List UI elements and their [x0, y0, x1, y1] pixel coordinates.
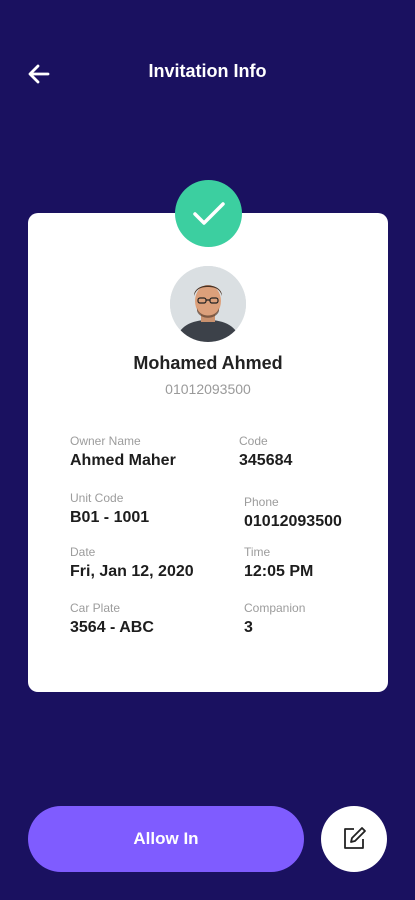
field-value: 345684 — [239, 452, 293, 469]
field-value: B01 - 1001 — [70, 509, 150, 526]
field-label: Companion — [244, 601, 306, 615]
field-value: 12:05 PM — [244, 563, 314, 580]
guest-phone: 01012093500 — [165, 381, 251, 397]
car-plate-field: Car Plate 3564 - ABC — [70, 601, 154, 637]
field-value: 01012093500 — [244, 513, 342, 530]
field-label: Unit Code — [70, 491, 124, 505]
field-label: Owner Name — [70, 434, 141, 448]
check-icon — [192, 201, 225, 225]
unit-code-field: Unit Code B01 - 1001 — [70, 491, 149, 527]
field-value: 3564 - ABC — [70, 619, 154, 636]
code-field: Code 345684 — [239, 434, 292, 470]
header: Invitation Info — [0, 48, 415, 100]
field-label: Date — [70, 545, 96, 559]
avatar — [170, 266, 246, 342]
status-badge — [175, 180, 242, 247]
invitation-card: Mohamed Ahmed 01012093500 Owner Name Ahm… — [28, 213, 388, 692]
field-value: Ahmed Maher — [70, 452, 176, 469]
phone-field: Phone 01012093500 — [244, 495, 342, 531]
field-value: Fri, Jan 12, 2020 — [70, 563, 194, 580]
companion-field: Companion 3 — [244, 601, 305, 637]
page-title: Invitation Info — [148, 61, 267, 81]
allow-in-button[interactable]: Allow In — [28, 806, 304, 872]
field-label: Car Plate — [70, 601, 121, 615]
field-label: Time — [244, 545, 271, 559]
date-field: Date Fri, Jan 12, 2020 — [70, 545, 194, 581]
field-value: 3 — [244, 619, 253, 636]
field-label: Phone — [244, 495, 279, 509]
guest-name: Mohamed Ahmed — [133, 353, 283, 373]
time-field: Time 12:05 PM — [244, 545, 313, 581]
owner-name-field: Owner Name Ahmed Maher — [70, 434, 176, 470]
field-label: Code — [239, 434, 268, 448]
edit-icon — [344, 827, 366, 849]
edit-button[interactable] — [321, 806, 387, 872]
